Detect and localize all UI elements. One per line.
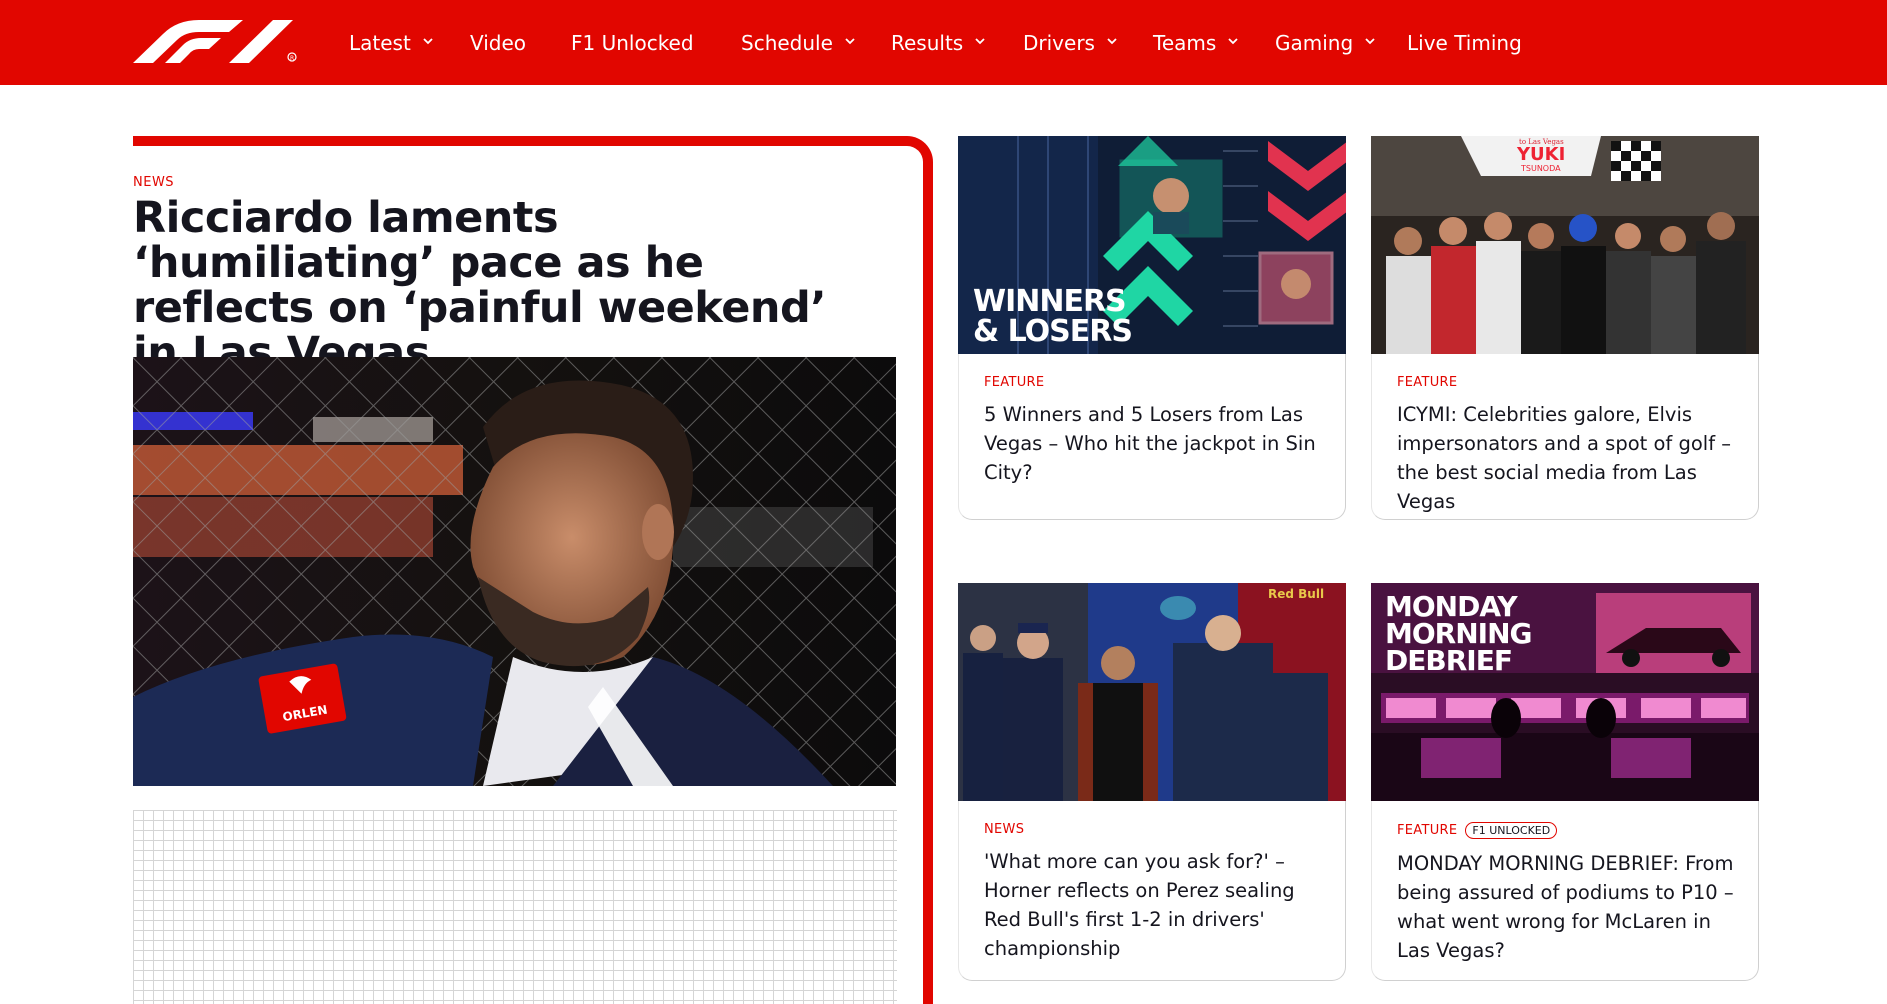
f1-unlocked-badge: F1 UNLOCKED <box>1465 822 1558 839</box>
nav-label: Video <box>470 31 527 55</box>
thumb-text: YUKI <box>1516 144 1565 165</box>
featured-image[interactable]: ORLEN <box>133 357 896 786</box>
thumb-text: & LOSERS <box>973 314 1132 349</box>
celebrities-photo: to Las Vegas YUKI TSUNODA <box>1371 136 1759 354</box>
nav-drivers[interactable]: Drivers <box>1023 29 1119 57</box>
article-category-tag: FEATURE <box>984 375 1045 390</box>
winners-losers-graphic: WINNERS & LOSERS <box>958 136 1346 354</box>
nav-label: Schedule <box>741 31 833 55</box>
article-tag-row: FEATURE <box>984 375 1044 390</box>
top-nav: R Latest Video F1 Unlocked Schedule Resu… <box>0 0 1887 85</box>
article-thumbnail: MONDAY MORNING DEBRIEF <box>1371 583 1759 801</box>
chevron-down-icon <box>975 38 985 45</box>
article-category-tag: FEATURE <box>1397 823 1458 838</box>
svg-text:R: R <box>290 55 294 62</box>
chevron-down-icon <box>1107 38 1117 45</box>
article-title[interactable]: MONDAY MORNING DEBRIEF: From being assur… <box>1397 849 1742 965</box>
ad-placeholder-grid <box>133 810 897 1004</box>
article-category-tag: NEWS <box>984 822 1025 837</box>
article-title[interactable]: ICYMI: Celebrities galore, Elvis imperso… <box>1397 400 1742 516</box>
nav-label: Results <box>891 31 964 55</box>
nav-gaming[interactable]: Gaming <box>1275 29 1377 57</box>
nav-f1-unlocked[interactable]: F1 Unlocked <box>571 29 694 57</box>
nav-latest[interactable]: Latest <box>349 29 435 57</box>
nav-label: Gaming <box>1275 31 1354 55</box>
thumb-text: DEBRIEF <box>1385 644 1512 677</box>
thumb-text: TSUNODA <box>1520 164 1561 173</box>
nav-label: Teams <box>1153 31 1217 55</box>
article-thumbnail: Red Bull <box>958 583 1346 801</box>
article-card-body: NEWS 'What more can you ask for?' – Horn… <box>958 801 1346 981</box>
nav-label: F1 Unlocked <box>571 31 694 55</box>
chevron-down-icon <box>1365 38 1375 45</box>
thumb-text: Red Bull <box>1268 587 1324 601</box>
red-bull-team-photo: Red Bull <box>958 583 1346 801</box>
article-tag-row: NEWS <box>984 822 1024 837</box>
article-tag-row: FEATURE F1 UNLOCKED <box>1397 822 1558 839</box>
article-category-tag: FEATURE <box>1397 375 1458 390</box>
debrief-graphic: MONDAY MORNING DEBRIEF <box>1371 583 1759 801</box>
f1-logo[interactable]: R <box>133 18 298 63</box>
nav-label: Live Timing <box>1407 31 1522 55</box>
chevron-down-icon <box>423 38 433 45</box>
article-title[interactable]: 'What more can you ask for?' – Horner re… <box>984 847 1329 963</box>
nav-live-timing[interactable]: Live Timing <box>1407 29 1522 57</box>
nav-label: Drivers <box>1023 31 1095 55</box>
nav-teams[interactable]: Teams <box>1153 29 1240 57</box>
article-thumbnail: WINNERS & LOSERS <box>958 136 1346 354</box>
nav-schedule[interactable]: Schedule <box>741 29 857 57</box>
article-title[interactable]: 5 Winners and 5 Losers from Las Vegas – … <box>984 400 1329 487</box>
nav-label: Latest <box>349 31 411 55</box>
featured-category-tag: NEWS <box>133 175 175 190</box>
article-card-body: FEATURE 5 Winners and 5 Losers from Las … <box>958 354 1346 520</box>
article-card-body: FEATURE F1 UNLOCKED MONDAY MORNING DEBRI… <box>1371 801 1759 981</box>
article-card-body: FEATURE ICYMI: Celebrities galore, Elvis… <box>1371 354 1759 520</box>
article-thumbnail: to Las Vegas YUKI TSUNODA <box>1371 136 1759 354</box>
driver-portrait-image: ORLEN <box>133 357 896 786</box>
nav-results[interactable]: Results <box>891 29 987 57</box>
article-tag-row: FEATURE <box>1397 375 1457 390</box>
nav-video[interactable]: Video <box>470 29 526 57</box>
featured-headline[interactable]: Ricciardo laments ‘humiliating’ pace as … <box>133 196 873 376</box>
chevron-down-icon <box>1228 38 1238 45</box>
chevron-down-icon <box>845 38 855 45</box>
